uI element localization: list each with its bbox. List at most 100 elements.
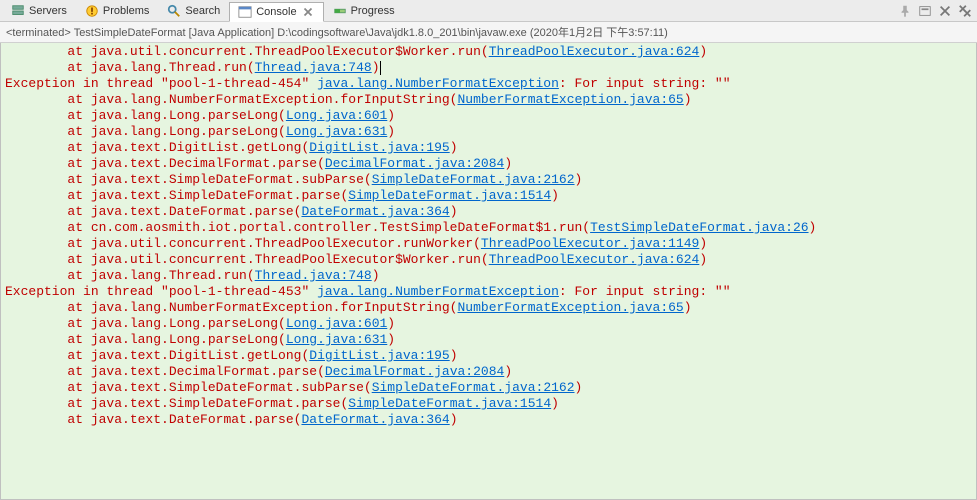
remove-all-button[interactable] (956, 2, 974, 20)
source-link[interactable]: TestSimpleDateFormat.java:26 (590, 220, 808, 235)
console-line: at java.text.DigitList.getLong(DigitList… (5, 140, 972, 156)
source-link[interactable]: SimpleDateFormat.java:1514 (348, 396, 551, 411)
stack-method: java.text.SimpleDateFormat.parse( (91, 188, 348, 203)
close-paren: ) (387, 316, 395, 331)
stack-method: java.text.SimpleDateFormat.subParse( (91, 380, 372, 395)
close-paren: ) (575, 172, 583, 187)
console-line: at java.text.SimpleDateFormat.subParse(S… (5, 380, 972, 396)
stack-method: java.lang.Long.parseLong( (91, 316, 286, 331)
source-link[interactable]: DigitList.java:195 (309, 140, 449, 155)
stack-method: java.text.SimpleDateFormat.subParse( (91, 172, 372, 187)
at-keyword: at (67, 92, 90, 107)
console-line: Exception in thread "pool-1-thread-454" … (5, 76, 972, 92)
source-link[interactable]: SimpleDateFormat.java:2162 (372, 380, 575, 395)
source-link[interactable]: DecimalFormat.java:2084 (325, 156, 504, 171)
problems-icon (85, 4, 99, 18)
stack-method: java.lang.Thread.run( (91, 268, 255, 283)
at-keyword: at (67, 364, 90, 379)
search-icon (167, 4, 181, 18)
stack-method: java.lang.Thread.run( (91, 60, 255, 75)
stack-method: java.text.DateFormat.parse( (91, 204, 302, 219)
close-paren: ) (387, 124, 395, 139)
at-keyword: at (67, 268, 90, 283)
close-paren: ) (699, 236, 707, 251)
console-line: at java.text.DateFormat.parse(DateFormat… (5, 412, 972, 428)
stack-method: java.text.DecimalFormat.parse( (91, 364, 325, 379)
source-link[interactable]: SimpleDateFormat.java:2162 (372, 172, 575, 187)
close-paren: ) (809, 220, 817, 235)
status-path: D:\codingsoftware\Java\jdk1.8.0_201\bin\… (274, 27, 530, 39)
stack-method: java.lang.Long.parseLong( (91, 332, 286, 347)
status-time: (2020年1月2日 下午3:57:11) (530, 27, 668, 39)
console-line: at java.text.DateFormat.parse(DateFormat… (5, 204, 972, 220)
console-output[interactable]: at java.util.concurrent.ThreadPoolExecut… (0, 43, 977, 500)
close-paren: ) (699, 252, 707, 267)
stack-method: java.lang.NumberFormatException.forInput… (91, 92, 458, 107)
at-keyword: at (67, 188, 90, 203)
close-paren: ) (684, 92, 692, 107)
source-link[interactable]: DigitList.java:195 (309, 348, 449, 363)
source-link[interactable]: Long.java:601 (286, 316, 387, 331)
source-link[interactable]: DateFormat.java:364 (301, 412, 449, 427)
at-keyword: at (67, 316, 90, 331)
exception-class-link[interactable]: java.lang.NumberFormatException (317, 76, 559, 91)
source-link[interactable]: Long.java:631 (286, 124, 387, 139)
close-paren: ) (450, 140, 458, 155)
exception-class-link[interactable]: java.lang.NumberFormatException (317, 284, 559, 299)
display-selected-button[interactable] (916, 2, 934, 20)
console-line: at java.lang.NumberFormatException.forIn… (5, 300, 972, 316)
tab-progress[interactable]: Progress (324, 1, 404, 21)
progress-icon (333, 4, 347, 18)
close-paren: ) (551, 396, 559, 411)
stack-method: java.lang.Long.parseLong( (91, 124, 286, 139)
close-paren: ) (684, 300, 692, 315)
source-link[interactable]: Long.java:631 (286, 332, 387, 347)
console-line: at java.lang.Thread.run(Thread.java:748) (5, 268, 972, 284)
console-line: at java.util.concurrent.ThreadPoolExecut… (5, 236, 972, 252)
remove-launch-button[interactable] (936, 2, 954, 20)
tab-problems[interactable]: Problems (76, 1, 158, 21)
source-link[interactable]: ThreadPoolExecutor.java:1149 (481, 236, 699, 251)
text-cursor (380, 61, 381, 75)
source-link[interactable]: DateFormat.java:364 (301, 204, 449, 219)
source-link[interactable]: SimpleDateFormat.java:1514 (348, 188, 551, 203)
close-paren: ) (372, 60, 380, 75)
close-paren: ) (504, 364, 512, 379)
at-keyword: at (67, 156, 90, 171)
at-keyword: at (67, 332, 90, 347)
console-line: at java.text.DecimalFormat.parse(Decimal… (5, 364, 972, 380)
close-paren: ) (450, 204, 458, 219)
tab-console[interactable]: Console (229, 2, 323, 22)
close-icon[interactable] (301, 5, 315, 19)
source-link[interactable]: NumberFormatException.java:65 (458, 92, 684, 107)
console-line: at java.text.DecimalFormat.parse(Decimal… (5, 156, 972, 172)
tab-search[interactable]: Search (158, 1, 229, 21)
source-link[interactable]: Thread.java:748 (255, 268, 372, 283)
source-link[interactable]: NumberFormatException.java:65 (458, 300, 684, 315)
exception-message: : For input string: "" (559, 284, 731, 299)
at-keyword: at (67, 252, 90, 267)
source-link[interactable]: Thread.java:748 (255, 60, 372, 75)
source-link[interactable]: ThreadPoolExecutor.java:624 (489, 44, 700, 59)
pin-console-button[interactable] (896, 2, 914, 20)
at-keyword: at (67, 140, 90, 155)
stack-method: java.util.concurrent.ThreadPoolExecutor$… (91, 252, 489, 267)
tab-label: Search (185, 5, 220, 17)
close-paren: ) (372, 268, 380, 283)
at-keyword: at (67, 108, 90, 123)
close-paren: ) (551, 188, 559, 203)
at-keyword: at (67, 412, 90, 427)
source-link[interactable]: DecimalFormat.java:2084 (325, 364, 504, 379)
tab-label: Problems (103, 5, 149, 17)
tab-servers[interactable]: Servers (2, 1, 76, 21)
console-line: at java.lang.Thread.run(Thread.java:748) (5, 60, 972, 76)
stack-method: java.text.DigitList.getLong( (91, 140, 309, 155)
source-link[interactable]: Long.java:601 (286, 108, 387, 123)
source-link[interactable]: ThreadPoolExecutor.java:624 (489, 252, 700, 267)
at-keyword: at (67, 44, 90, 59)
at-keyword: at (67, 204, 90, 219)
stack-method: cn.com.aosmith.iot.portal.controller.Tes… (91, 220, 590, 235)
at-keyword: at (67, 60, 90, 75)
console-line: at java.text.SimpleDateFormat.parse(Simp… (5, 396, 972, 412)
at-keyword: at (67, 380, 90, 395)
